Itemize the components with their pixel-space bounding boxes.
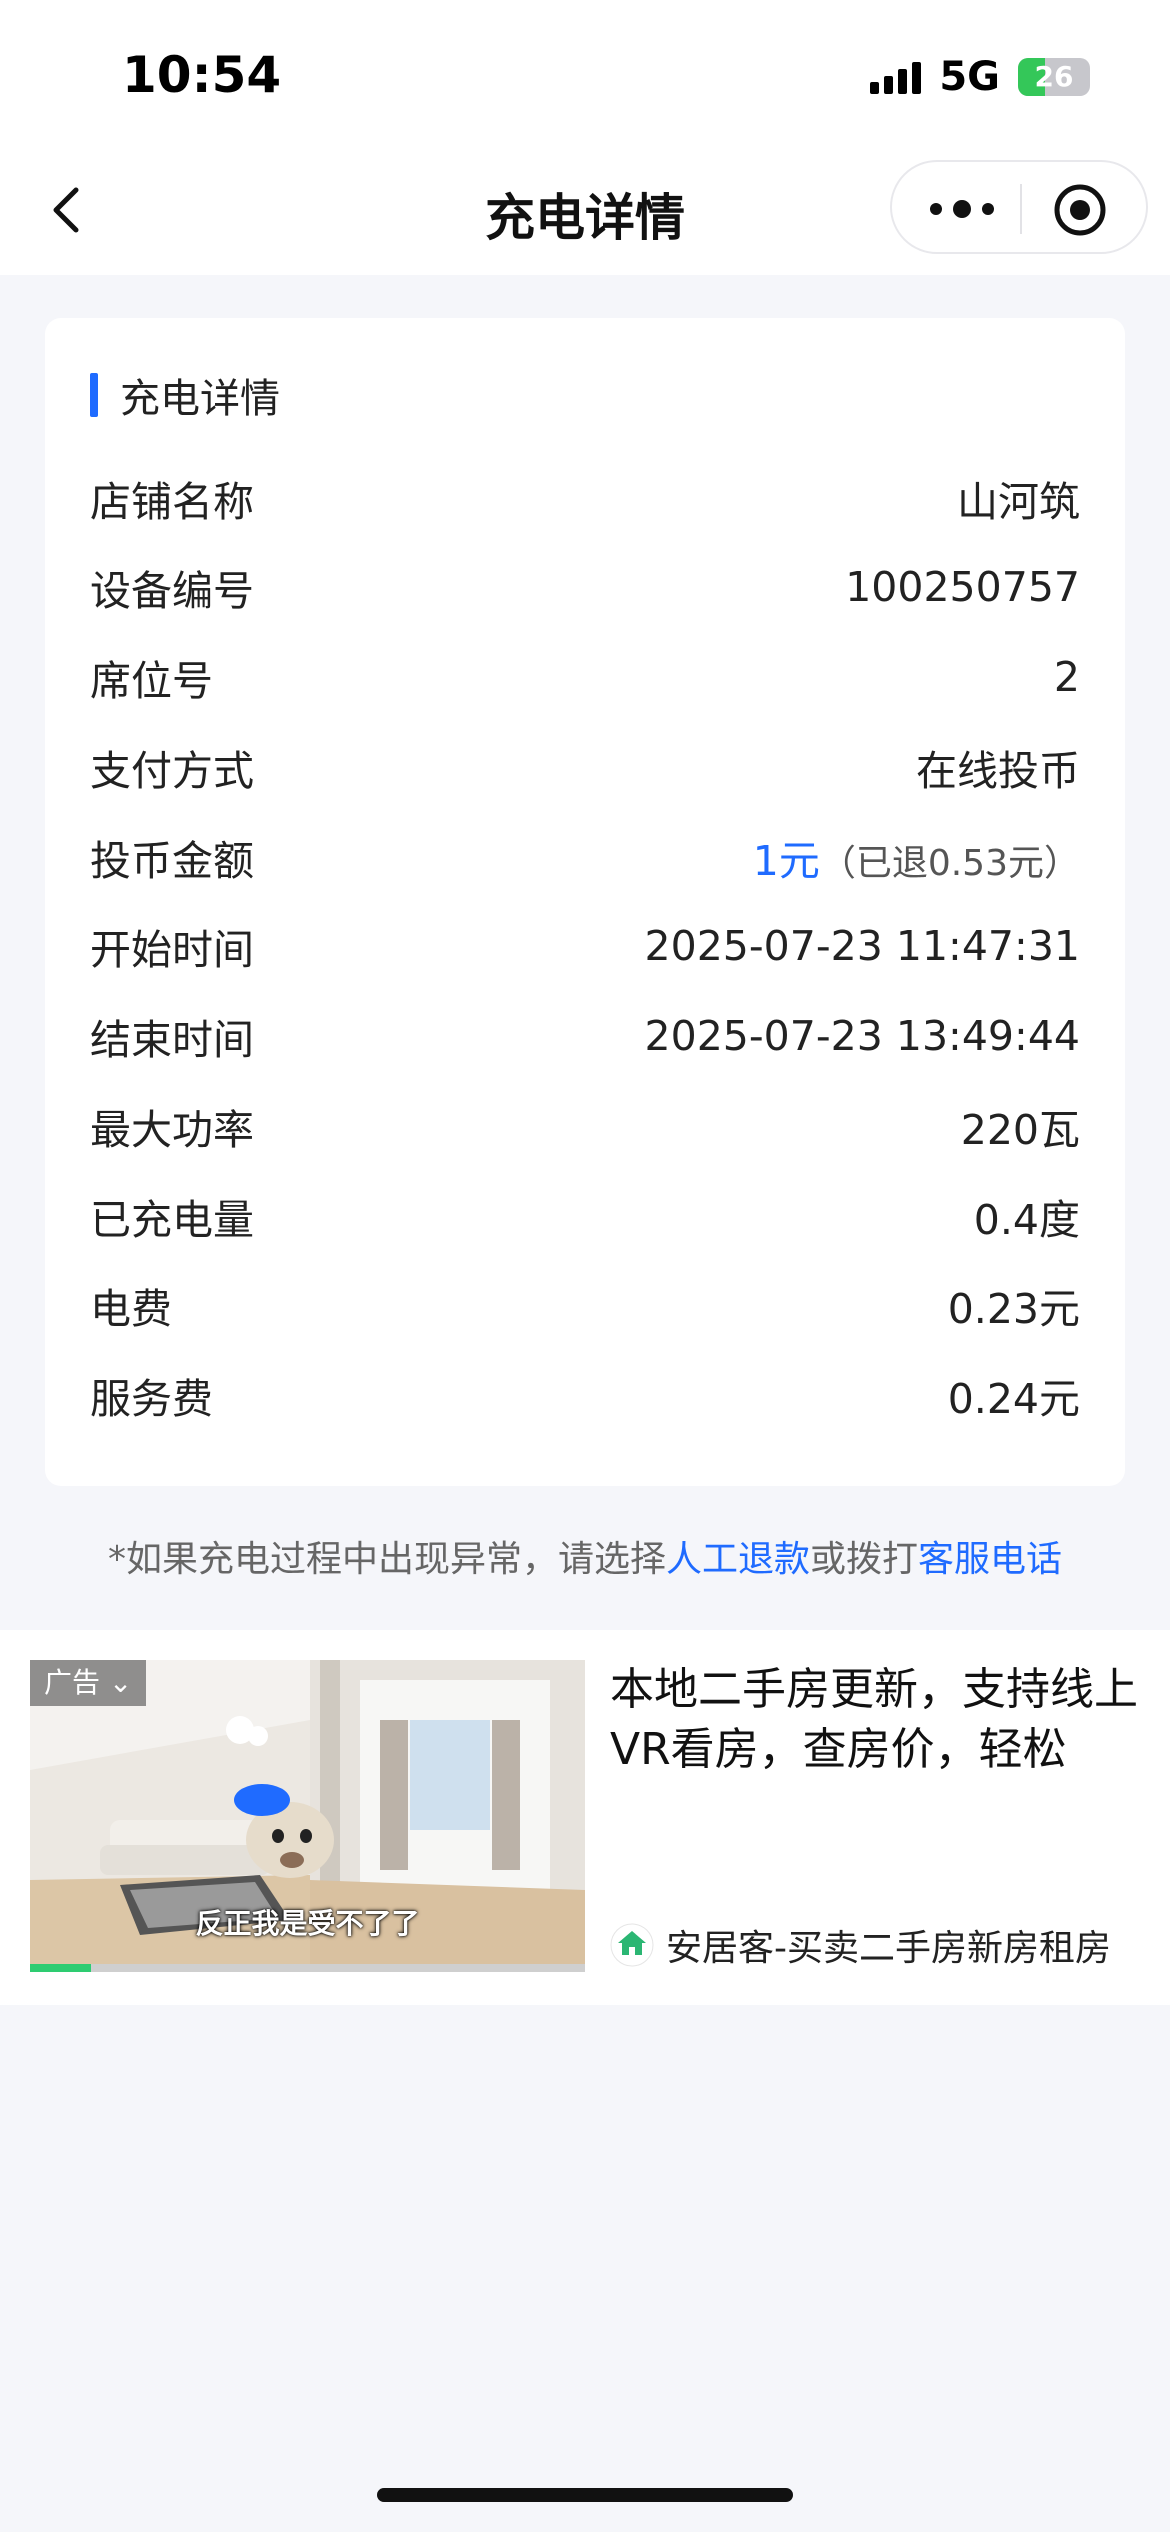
ad-progress-fill [30, 1964, 92, 1972]
ad-tag-label: 广告 [44, 1666, 101, 1699]
more-dots-icon [930, 200, 994, 218]
ad-video-thumbnail[interactable]: 广告 ⌄ 反正我是受不了了 [30, 1660, 585, 1972]
row-end-time: 结束时间 2025-07-23 13:49:44 [90, 1006, 1080, 1066]
ad-tag[interactable]: 广告 ⌄ [30, 1660, 147, 1706]
row-service-fee: 服务费 0.24元 [90, 1365, 1080, 1425]
charging-detail-card: 充电详情 店铺名称 山河筑 设备编号 100250757 席位号 2 支付方式 … [45, 318, 1125, 1486]
ad-source-name: 安居客-买卖二手房新房租房 [666, 1928, 1111, 1969]
nav-bar: 充电详情 [0, 150, 1170, 275]
row-value: 0.23元 [947, 1285, 1080, 1333]
row-value: 在线投币 [916, 747, 1080, 795]
row-value: 1元（已退0.53元） [753, 827, 1080, 887]
row-label: 最大功率 [90, 1106, 254, 1154]
row-energy-charged: 已充电量 0.4度 [90, 1186, 1080, 1246]
row-value: 100250757 [845, 563, 1080, 611]
row-max-power: 最大功率 220瓦 [90, 1096, 1080, 1156]
row-label: 设备编号 [90, 567, 254, 615]
miniapp-capsule [890, 160, 1148, 254]
manual-refund-link[interactable]: 人工退款 [666, 1539, 810, 1580]
row-value: 2025-07-23 11:47:31 [644, 922, 1080, 970]
row-value: 0.4度 [973, 1196, 1080, 1244]
home-indicator [377, 2488, 793, 2502]
ad-title[interactable]: 本地二手房更新，支持线上VR看房，查房价，轻松 [610, 1660, 1140, 1780]
close-miniapp-button[interactable] [1052, 182, 1108, 238]
target-close-icon [1054, 184, 1106, 236]
row-label: 店铺名称 [90, 478, 254, 526]
row-label: 开始时间 [90, 926, 254, 974]
signal-icon [870, 60, 922, 94]
row-value: 2 [1053, 653, 1080, 701]
page: 10:54 5G 26 充电详情 充电详情 店铺名称 山河筑 设备编号 1002… [0, 0, 1170, 2532]
ad-caption: 反正我是受不了了 [195, 1907, 420, 1940]
row-label: 投币金额 [90, 837, 254, 885]
house-logo-icon [610, 1923, 654, 1967]
row-device-id: 设备编号 100250757 [90, 557, 1080, 617]
row-value: 220瓦 [960, 1106, 1080, 1154]
row-electricity-fee: 电费 0.23元 [90, 1275, 1080, 1335]
network-label: 5G [939, 54, 1000, 100]
status-icons: 5G 26 [870, 52, 1090, 102]
row-coin-amount: 投币金额 1元（已退0.53元） [90, 827, 1080, 887]
row-label: 电费 [90, 1285, 172, 1333]
row-start-time: 开始时间 2025-07-23 11:47:31 [90, 916, 1080, 976]
row-payment-method: 支付方式 在线投币 [90, 737, 1080, 797]
row-label: 席位号 [90, 657, 213, 705]
ad-source[interactable]: 安居客-买卖二手房新房租房 [610, 1920, 1140, 1970]
status-bar: 10:54 5G 26 [0, 0, 1170, 150]
row-label: 结束时间 [90, 1016, 254, 1064]
note-prefix: *如果充电过程中出现异常，请选择 [107, 1539, 666, 1580]
card-header: 充电详情 [90, 370, 280, 422]
ad-banner[interactable]: 广告 ⌄ 反正我是受不了了 本地二手房更新，支持线上VR看房，查房价，轻松 安居… [0, 1630, 1170, 2005]
row-value: 山河筑 [957, 478, 1080, 526]
row-seat-number: 席位号 2 [90, 647, 1080, 707]
battery-icon: 26 [1018, 58, 1090, 96]
capsule-divider [1020, 184, 1022, 234]
ad-progress-bar [30, 1964, 585, 1972]
row-label: 支付方式 [90, 747, 254, 795]
customer-service-link[interactable]: 客服电话 [918, 1539, 1062, 1580]
status-time: 10:54 [122, 46, 282, 104]
battery-level: 26 [1034, 60, 1074, 93]
note-middle: 或拨打 [810, 1539, 919, 1580]
row-value: 0.24元 [947, 1375, 1080, 1423]
row-label: 服务费 [90, 1375, 213, 1423]
row-store-name: 店铺名称 山河筑 [90, 468, 1080, 528]
card-title: 充电详情 [120, 376, 280, 422]
refund-note: （已退0.53元） [819, 843, 1080, 884]
coin-amount-value: 1元 [752, 837, 820, 885]
more-button[interactable] [922, 189, 1002, 229]
row-value: 2025-07-23 13:49:44 [644, 1012, 1080, 1060]
accent-bar [90, 373, 98, 417]
exception-note: *如果充电过程中出现异常，请选择人工退款或拨打客服电话 [0, 1530, 1170, 1582]
row-label: 已充电量 [90, 1196, 254, 1244]
chevron-down-icon: ⌄ [108, 1666, 133, 1699]
